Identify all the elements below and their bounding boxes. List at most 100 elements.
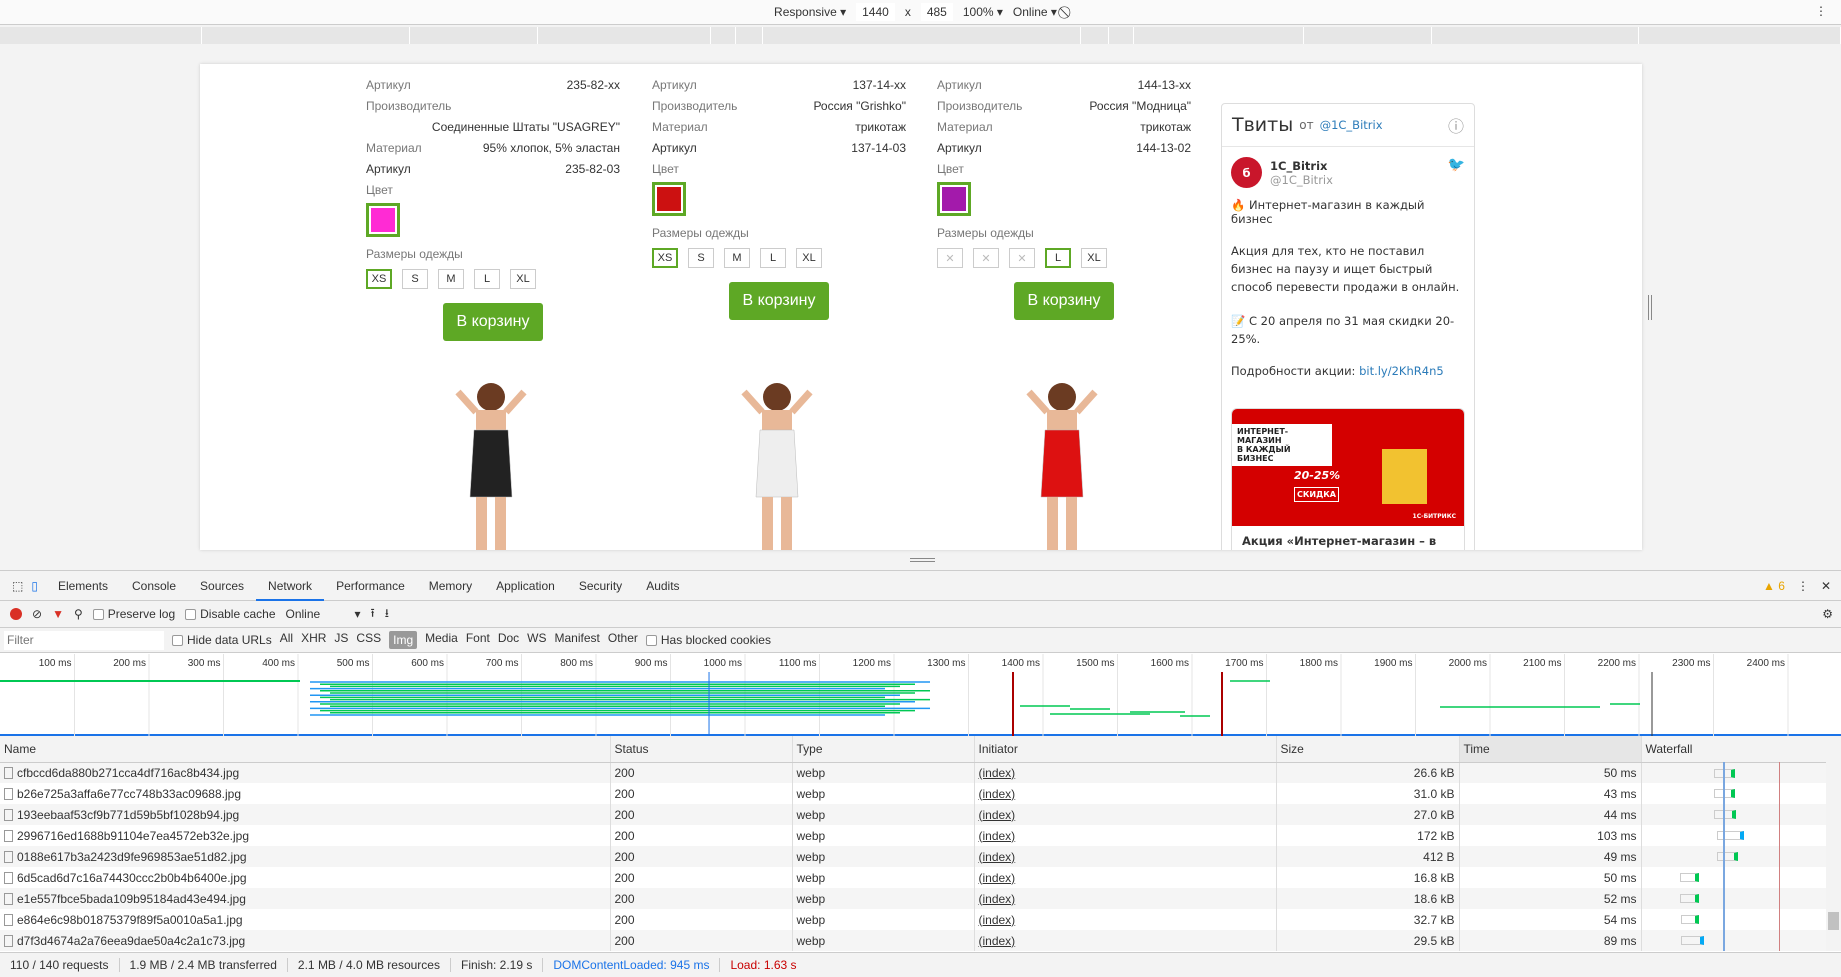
zoom-select[interactable]: 100% ▾: [963, 5, 1003, 19]
promo-link[interactable]: bit.ly/2KhR4n5: [1359, 364, 1444, 378]
avatar[interactable]: б: [1231, 157, 1262, 188]
tab-memory[interactable]: Memory: [417, 571, 484, 601]
size-option-xl[interactable]: XL: [510, 269, 536, 289]
filter-type-all[interactable]: All: [280, 631, 293, 649]
size-option-xs[interactable]: XS: [366, 269, 392, 289]
column-status[interactable]: Status: [610, 736, 793, 763]
initiator-cell[interactable]: (index): [974, 846, 1277, 867]
column-type[interactable]: Type: [792, 736, 975, 763]
tab-network[interactable]: Network: [256, 571, 325, 601]
filter-type-img[interactable]: Img: [389, 631, 418, 649]
add-to-cart-button[interactable]: В корзину: [443, 303, 543, 341]
tweet-handle[interactable]: @1C_Bitrix: [1270, 173, 1333, 187]
blocked-cookies-checkbox[interactable]: Has blocked cookies: [645, 633, 771, 647]
media-query-bar[interactable]: [0, 27, 1841, 44]
settings-icon[interactable]: ⚙: [1822, 607, 1833, 621]
network-overview[interactable]: 100 ms 200 ms 300 ms 400 ms 500 ms 600 ms 700 …: [0, 654, 1841, 736]
scrollbar-thumb[interactable]: [1828, 912, 1839, 930]
table-row[interactable]: b26e725a3affa6e77cc748b33ac09688.jpg 200 w…: [0, 783, 1841, 804]
tweet-card[interactable]: ИНТЕРНЕТ-МАГАЗИН В КАЖДЫЙ БИЗНЕС 20-25% С…: [1231, 408, 1465, 550]
tab-console[interactable]: Console: [120, 571, 188, 601]
tab-sources[interactable]: Sources: [188, 571, 256, 601]
size-option-xl[interactable]: XL: [796, 248, 822, 268]
table-row[interactable]: 6d5cad6d7c16a74430ccc2b0b4b6400e.jpg 200 w…: [0, 867, 1841, 888]
warnings-badge[interactable]: ▲ 6: [1763, 579, 1785, 593]
column-time[interactable]: Time: [1459, 736, 1642, 763]
more-icon[interactable]: ⋮: [1815, 4, 1827, 18]
resize-handle-bottom[interactable]: [910, 558, 935, 562]
filter-type-ws[interactable]: WS: [527, 631, 546, 649]
hide-data-urls-checkbox[interactable]: Hide data URLs: [172, 633, 272, 647]
filter-type-media[interactable]: Media: [425, 631, 458, 649]
export-har-icon[interactable]: ⭳: [385, 604, 389, 625]
initiator-cell[interactable]: (index): [974, 804, 1277, 825]
table-row[interactable]: 0188e617b3a2423d9fe969853ae51d82.jpg 200 w…: [0, 846, 1841, 867]
size-option-s[interactable]: ✕: [973, 248, 999, 268]
table-row[interactable]: 2996716ed1688b91104e7ea4572eb32e.jpg 200 w…: [0, 825, 1841, 846]
tab-audits[interactable]: Audits: [634, 571, 691, 601]
initiator-cell[interactable]: (index): [974, 930, 1277, 951]
size-option-m[interactable]: M: [438, 269, 464, 289]
search-icon[interactable]: ⚲: [74, 607, 83, 621]
info-icon[interactable]: ⓘ: [1448, 113, 1464, 137]
size-option-xs[interactable]: ✕: [937, 248, 963, 268]
product-image[interactable]: [722, 372, 832, 550]
device-toggle-icon[interactable]: ▯: [31, 579, 38, 593]
filter-icon[interactable]: ▼: [52, 607, 64, 621]
filter-type-font[interactable]: Font: [466, 631, 490, 649]
table-row[interactable]: d7f3d4674a2a76eea9dae50a4c2a1c73.jpg 200 w…: [0, 930, 1841, 951]
record-icon[interactable]: [10, 608, 22, 620]
initiator-cell[interactable]: (index): [974, 783, 1277, 804]
twitter-bird-icon[interactable]: 🐦: [1448, 157, 1465, 173]
filter-input[interactable]: [4, 630, 164, 650]
size-option-xl[interactable]: XL: [1081, 248, 1107, 268]
width-input[interactable]: 1440: [856, 3, 895, 21]
throttling-select[interactable]: Online ▾: [286, 607, 361, 621]
filter-type-js[interactable]: JS: [334, 631, 348, 649]
color-swatch[interactable]: [366, 203, 400, 237]
filter-type-doc[interactable]: Doc: [498, 631, 519, 649]
size-option-xs[interactable]: XS: [652, 248, 678, 268]
size-option-l[interactable]: L: [474, 269, 500, 289]
color-swatch[interactable]: [937, 182, 971, 216]
size-option-m[interactable]: ✕: [1009, 248, 1035, 268]
inspect-icon[interactable]: ⬚: [12, 579, 23, 593]
table-row[interactable]: 193eebaaf53cf9b771d59b5bf1028b94.jpg 200 w…: [0, 804, 1841, 825]
size-option-m[interactable]: M: [724, 248, 750, 268]
tab-performance[interactable]: Performance: [324, 571, 417, 601]
tweet-author[interactable]: 1C_Bitrix: [1270, 159, 1333, 173]
preserve-log-checkbox[interactable]: Preserve log: [92, 607, 175, 621]
clear-icon[interactable]: ⊘: [32, 607, 42, 621]
more-icon[interactable]: ⋮: [1797, 579, 1809, 593]
table-row[interactable]: e1e557fbce5bada109b95184ad43e494.jpg 200 w…: [0, 888, 1841, 909]
filter-type-xhr[interactable]: XHR: [301, 631, 326, 649]
initiator-cell[interactable]: (index): [974, 825, 1277, 846]
throttle-select[interactable]: Online ▾: [1013, 5, 1057, 19]
disable-cache-checkbox[interactable]: Disable cache: [185, 607, 276, 621]
import-har-icon[interactable]: ⭱: [371, 604, 375, 625]
size-option-s[interactable]: S: [688, 248, 714, 268]
tab-application[interactable]: Application: [484, 571, 567, 601]
table-row[interactable]: cfbccd6da880b271cca4df716ac8b434.jpg 200 w…: [0, 762, 1841, 783]
close-icon[interactable]: ✕: [1821, 579, 1831, 593]
filter-type-manifest[interactable]: Manifest: [555, 631, 600, 649]
device-mode-select[interactable]: Responsive ▾: [774, 5, 846, 19]
column-name[interactable]: Name: [0, 736, 611, 763]
column-size[interactable]: Size: [1276, 736, 1460, 763]
tab-security[interactable]: Security: [567, 571, 634, 601]
product-image[interactable]: [436, 372, 546, 550]
filter-type-other[interactable]: Other: [608, 631, 638, 649]
table-row[interactable]: e864e6c98b01875379f89f5a0010a5a1.jpg 200 w…: [0, 909, 1841, 930]
size-option-s[interactable]: S: [402, 269, 428, 289]
initiator-cell[interactable]: (index): [974, 888, 1277, 909]
size-option-l[interactable]: L: [760, 248, 786, 268]
product-image[interactable]: [1007, 372, 1117, 550]
height-input[interactable]: 485: [920, 3, 953, 21]
column-waterfall[interactable]: Waterfall: [1641, 736, 1841, 763]
size-option-l[interactable]: L: [1045, 248, 1071, 268]
filter-type-css[interactable]: CSS: [356, 631, 381, 649]
initiator-cell[interactable]: (index): [974, 867, 1277, 888]
column-initiator[interactable]: Initiator: [974, 736, 1277, 763]
scrollbar[interactable]: [1826, 762, 1841, 951]
tab-elements[interactable]: Elements: [46, 571, 120, 601]
